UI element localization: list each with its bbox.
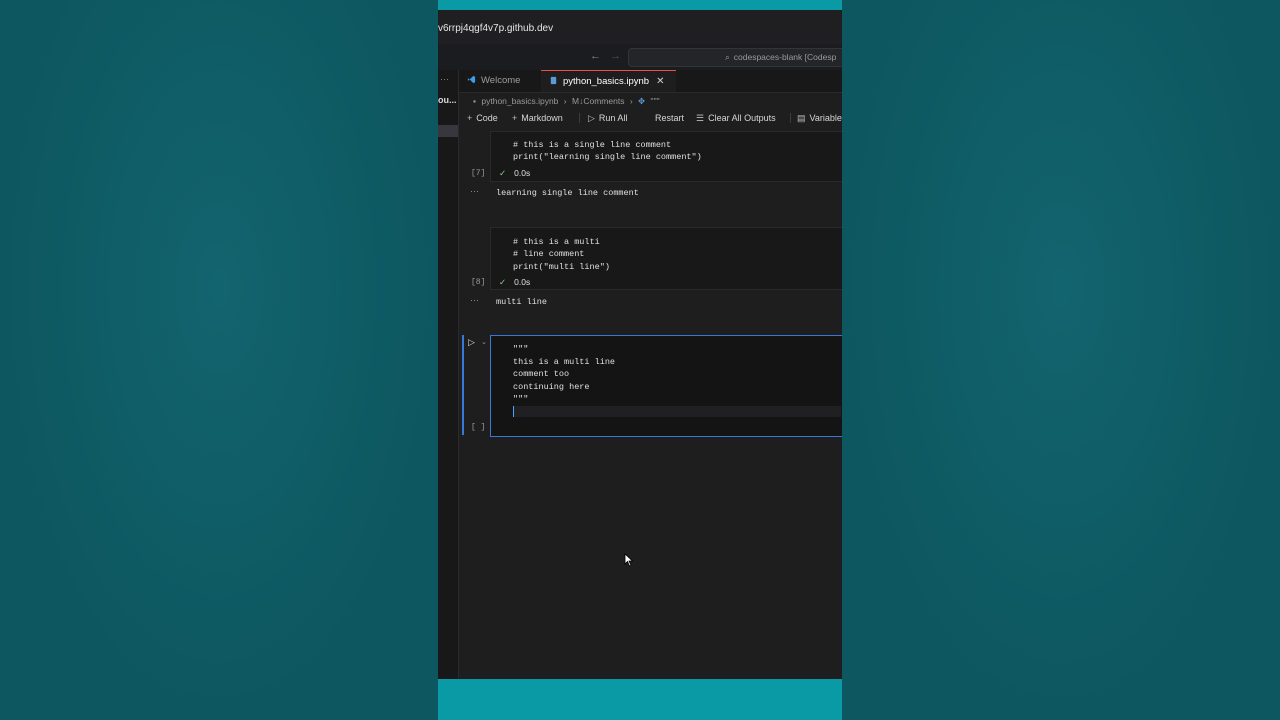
outline-label[interactable]: ou...: [438, 95, 457, 105]
exec-time: 0.0s: [514, 277, 531, 287]
forward-arrow-icon[interactable]: →: [610, 50, 621, 62]
breadcrumb-section[interactable]: M↓Comments: [572, 96, 624, 106]
browser-titlebar: v6rrpj4qgf4v7p.github.dev: [438, 10, 842, 45]
check-icon: ✓: [499, 168, 507, 178]
current-line-highlight: [513, 406, 841, 417]
text-caret: [513, 406, 514, 417]
execution-count: [8]: [471, 278, 486, 287]
run-all-button[interactable]: ▷ Run All: [588, 109, 627, 127]
explorer-sidebar: ··· ou...: [438, 70, 459, 679]
code-line[interactable]: """: [513, 393, 528, 406]
editor-tabs: Welcome python_basics.ipynb ✕: [459, 70, 842, 93]
code-line[interactable]: continuing here: [513, 381, 590, 394]
restart-button[interactable]: ↻Restart: [655, 109, 684, 127]
background-right: [842, 0, 1280, 720]
clear-outputs-label: Clear All Outputs: [708, 113, 776, 123]
code-cell[interactable]: # this is a single line comment print("l…: [490, 131, 842, 182]
variables-label: Variable: [809, 113, 842, 123]
cell-icon: ✥: [638, 96, 646, 106]
bottom-strip: [438, 679, 842, 720]
add-markdown-label: Markdown: [521, 113, 563, 123]
divider: [790, 113, 791, 123]
cell-output: multi line: [496, 297, 548, 307]
code-line[interactable]: print("learning single line comment"): [513, 151, 702, 164]
run-all-label: Run All: [598, 113, 628, 123]
active-code-cell[interactable]: """ this is a multi line comment too con…: [490, 335, 842, 437]
code-line[interactable]: # this is a single line comment: [513, 139, 671, 152]
run-cell-icon[interactable]: ▷: [468, 337, 475, 348]
chevron-down-icon[interactable]: ⌄: [481, 338, 487, 346]
cell-status: ✓ 0.0s: [499, 277, 530, 288]
clear-list-icon: ☰: [696, 113, 705, 123]
play-icon: ▷: [588, 113, 595, 123]
notebook-icon: [550, 76, 557, 85]
command-center-search[interactable]: ⌕ codespaces-blank [Codesp: [628, 48, 842, 67]
plus-icon: +: [512, 113, 518, 123]
variables-button[interactable]: ▤ Variable: [797, 109, 842, 127]
tab-label: Welcome: [481, 75, 521, 86]
code-cell[interactable]: # this is a multi # line comment print("…: [490, 227, 842, 290]
top-strip: [438, 0, 842, 10]
selected-item[interactable]: [438, 125, 458, 137]
search-icon: ⌕: [725, 52, 730, 62]
close-icon[interactable]: ✕: [656, 76, 664, 87]
plus-icon: +: [467, 113, 473, 123]
breadcrumb-file[interactable]: python_basics.ipynb: [481, 96, 558, 106]
code-line[interactable]: this is a multi line: [513, 356, 615, 369]
code-line[interactable]: # this is a multi: [513, 236, 600, 249]
active-cell-indicator: [462, 335, 464, 435]
exec-time: 0.0s: [514, 168, 531, 178]
vscode-window: v6rrpj4qgf4v7p.github.dev ← → ⌕ codespace…: [438, 0, 842, 720]
search-label: codespaces-blank [Codesp: [733, 52, 837, 62]
breadcrumb: ▪ python_basics.ipynb › M↓Comments › ✥ "…: [459, 93, 842, 109]
command-bar: ← → ⌕ codespaces-blank [Codesp: [438, 44, 842, 70]
tab-welcome[interactable]: Welcome: [459, 70, 541, 92]
restart-label: Restart: [655, 113, 685, 123]
cell-output: learning single line comment: [496, 188, 639, 198]
add-code-button[interactable]: + Code: [467, 109, 498, 127]
variables-icon: ▤: [797, 113, 806, 123]
output-more-icon[interactable]: ···: [470, 295, 479, 305]
check-icon: ✓: [499, 277, 507, 287]
background-left: [0, 0, 438, 720]
code-line[interactable]: print("multi line"): [513, 261, 610, 274]
add-code-label: Code: [476, 113, 498, 123]
tab-label: python_basics.ipynb: [563, 76, 650, 87]
tab-python-basics[interactable]: python_basics.ipynb ✕: [541, 70, 676, 92]
add-markdown-button[interactable]: + Markdown: [512, 109, 563, 127]
output-more-icon[interactable]: ···: [470, 186, 479, 196]
chevron-right-icon: ›: [563, 96, 567, 106]
execution-count: [7]: [471, 169, 486, 178]
url-text[interactable]: v6rrpj4qgf4v7p.github.dev: [438, 23, 553, 34]
breadcrumb-cell[interactable]: """: [651, 96, 660, 106]
vscode-icon: [467, 75, 476, 84]
divider: [579, 113, 580, 123]
clear-outputs-button[interactable]: ☰ Clear All Outputs: [696, 109, 776, 127]
file-icon: ▪: [473, 96, 477, 106]
cell-status: ✓ 0.0s: [499, 168, 530, 179]
notebook-editor: # this is a single line comment print("l…: [459, 127, 842, 679]
notebook-toolbar: +Code +Markdown ▷Run All ↻Restart ☰Clear…: [459, 109, 842, 127]
code-line[interactable]: """: [513, 343, 528, 356]
mouse-pointer-icon: [624, 553, 634, 567]
code-line[interactable]: # line comment: [513, 248, 584, 261]
back-arrow-icon[interactable]: ←: [590, 50, 601, 62]
more-actions-icon[interactable]: ···: [440, 74, 449, 84]
chevron-right-icon: ›: [629, 96, 633, 106]
execution-count: [ ]: [471, 423, 486, 432]
code-line[interactable]: comment too: [513, 368, 569, 381]
